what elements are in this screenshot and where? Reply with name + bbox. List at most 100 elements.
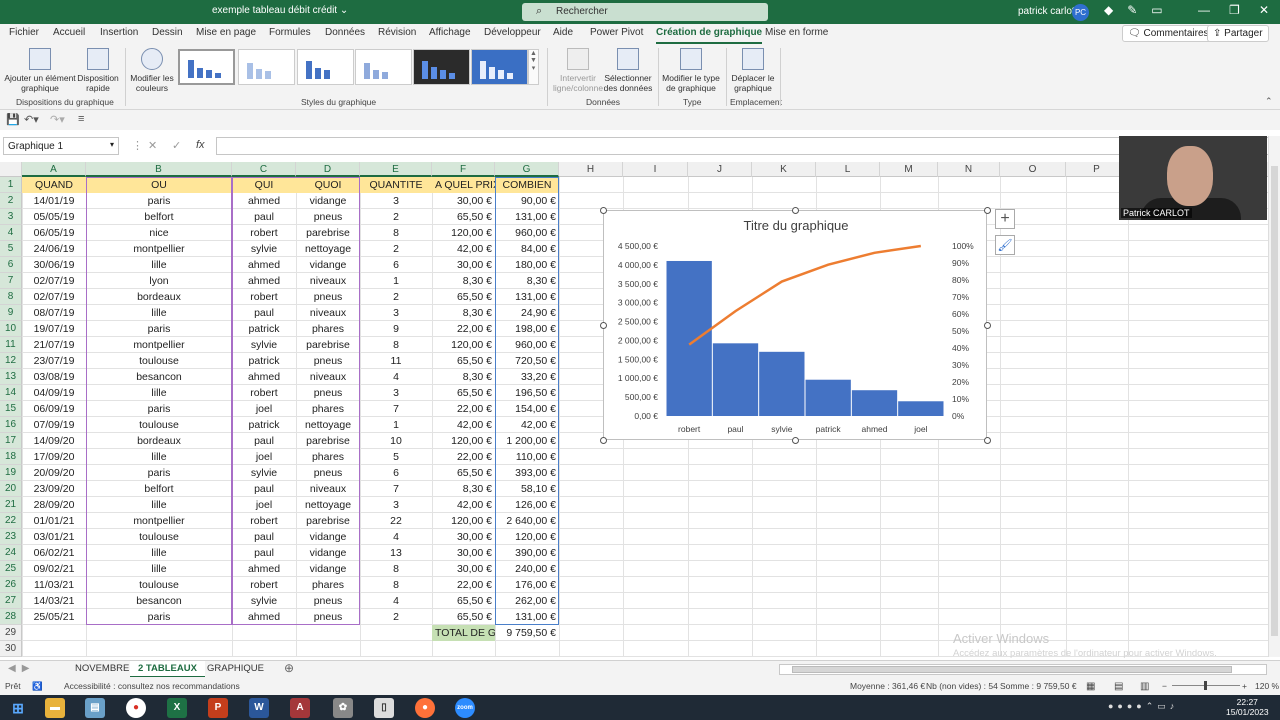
cell-quoi[interactable]: phares (296, 401, 360, 417)
cell-qui[interactable]: paul (232, 209, 296, 225)
resize-handle[interactable] (791, 206, 799, 214)
column-header-d[interactable]: D (296, 162, 360, 177)
row-header[interactable]: 14 (0, 385, 22, 401)
page-layout-icon[interactable]: ▤ (1114, 681, 1123, 692)
cell-quantite[interactable]: 8 (360, 577, 432, 593)
cell-combien[interactable]: 90,00 € (495, 193, 559, 209)
cell-prix[interactable]: 8,30 € (432, 305, 495, 321)
column-header-n[interactable]: N (938, 162, 1000, 177)
tab-dessin[interactable]: Dessin (152, 27, 183, 38)
chart-style-6[interactable] (471, 49, 528, 85)
cell-prix[interactable]: 8,30 € (432, 369, 495, 385)
cell-quoi[interactable]: pneus (296, 465, 360, 481)
tab-revision[interactable]: Révision (378, 27, 416, 38)
cell-quoi[interactable]: vidange (296, 561, 360, 577)
row-header[interactable]: 11 (0, 337, 22, 353)
cell-qui[interactable]: sylvie (232, 337, 296, 353)
cell-combien[interactable]: 42,00 € (495, 417, 559, 433)
column-header-c[interactable]: C (232, 162, 296, 177)
row-header[interactable]: 24 (0, 545, 22, 561)
cell-quantite[interactable]: 2 (360, 241, 432, 257)
cell-quand[interactable]: 19/07/19 (22, 321, 86, 337)
user-name[interactable]: patrick carlot (1018, 6, 1075, 17)
tab-aide[interactable]: Aide (553, 27, 573, 38)
change-colors-button[interactable]: Modifier les couleurs (129, 48, 175, 93)
column-header-o[interactable]: O (1000, 162, 1066, 177)
cell-quoi[interactable]: vidange (296, 529, 360, 545)
cell-quantite[interactable]: 9 (360, 321, 432, 337)
cell-quoi[interactable]: niveaux (296, 305, 360, 321)
cell-prix[interactable]: 30,00 € (432, 193, 495, 209)
scroll-thumb[interactable] (792, 666, 1232, 673)
clock[interactable]: 22:27 15/01/2023 (1226, 697, 1269, 717)
cell-qui[interactable]: joel (232, 401, 296, 417)
cell-quoi[interactable]: parebrise (296, 337, 360, 353)
cell-quantite[interactable]: 1 (360, 417, 432, 433)
sheet-tab-graphique[interactable]: GRAPHIQUE (199, 661, 272, 678)
column-header-f[interactable]: F (432, 162, 495, 177)
cell-quand[interactable]: 17/09/20 (22, 449, 86, 465)
cell-prix[interactable]: 65,50 € (432, 465, 495, 481)
row-header[interactable]: 18 (0, 449, 22, 465)
row-header[interactable]: 4 (0, 225, 22, 241)
cell-quantite[interactable]: 3 (360, 193, 432, 209)
cell-combien[interactable]: 131,00 € (495, 289, 559, 305)
cell-quand[interactable]: 21/07/19 (22, 337, 86, 353)
chart-style-3[interactable] (297, 49, 354, 85)
total-value[interactable]: 9 759,50 € (495, 625, 559, 641)
cell-quoi[interactable]: parebrise (296, 225, 360, 241)
cell-qui[interactable]: ahmed (232, 257, 296, 273)
cell-quantite[interactable]: 3 (360, 497, 432, 513)
cell-quantite[interactable]: 7 (360, 481, 432, 497)
tab-mise-en-page[interactable]: Mise en page (196, 27, 256, 38)
cell-quand[interactable]: 25/05/21 (22, 609, 86, 625)
cell-quand[interactable]: 23/07/19 (22, 353, 86, 369)
cell-quantite[interactable]: 2 (360, 209, 432, 225)
resize-handle[interactable] (599, 436, 607, 444)
close-button[interactable]: ✕ (1259, 3, 1269, 17)
cell-ou[interactable]: lille (86, 257, 232, 273)
cell-qui[interactable]: paul (232, 433, 296, 449)
windows-start-icon[interactable]: ⊞ (8, 698, 28, 718)
cell-prix[interactable]: 120,00 € (432, 513, 495, 529)
tab-accueil[interactable]: Accueil (53, 27, 85, 38)
cell-quantite[interactable]: 10 (360, 433, 432, 449)
titlebar-icons[interactable]: ◆✎▭ (1104, 3, 1177, 17)
add-sheet-icon[interactable]: ⊕ (284, 661, 294, 675)
cell-quoi[interactable]: parebrise (296, 433, 360, 449)
header-cell-combien[interactable]: COMBIEN (495, 177, 559, 193)
cell-qui[interactable]: patrick (232, 321, 296, 337)
row-header[interactable]: 25 (0, 561, 22, 577)
cell-qui[interactable]: sylvie (232, 593, 296, 609)
cell-prix[interactable]: 120,00 € (432, 225, 495, 241)
resize-handle[interactable] (983, 206, 991, 214)
system-tray[interactable]: ●●●●⌃▭♪ (1108, 701, 1178, 712)
normal-view-icon[interactable]: ▦ (1086, 681, 1095, 692)
cell-qui[interactable]: paul (232, 481, 296, 497)
chart-elements-button[interactable]: + (995, 209, 1015, 229)
cell-qui[interactable]: paul (232, 545, 296, 561)
cell-quantite[interactable]: 6 (360, 257, 432, 273)
cell-combien[interactable]: 131,00 € (495, 609, 559, 625)
zoom-level[interactable]: 120 % (1255, 681, 1279, 691)
row-header[interactable]: 16 (0, 417, 22, 433)
cell-qui[interactable]: ahmed (232, 609, 296, 625)
customize-qat-icon[interactable]: ≡ (78, 113, 84, 125)
tab-formules[interactable]: Formules (269, 27, 311, 38)
cell-quantite[interactable]: 3 (360, 305, 432, 321)
formula-input[interactable] (216, 137, 1270, 155)
cell-quantite[interactable]: 1 (360, 273, 432, 289)
cell-combien[interactable]: 110,00 € (495, 449, 559, 465)
select-data-button[interactable]: Sélectionner des données (603, 48, 653, 93)
cell-quantite[interactable]: 4 (360, 529, 432, 545)
status-accessibility[interactable]: Accessibilité : consultez nos recommanda… (64, 681, 240, 691)
column-header-k[interactable]: K (752, 162, 816, 177)
cell-combien[interactable]: 2 640,00 € (495, 513, 559, 529)
scroll-thumb[interactable] (1271, 166, 1278, 636)
cell-qui[interactable]: robert (232, 385, 296, 401)
add-chart-element-button[interactable]: Ajouter un élément graphique (4, 48, 76, 93)
cell-prix[interactable]: 42,00 € (432, 417, 495, 433)
cell-quand[interactable]: 14/03/21 (22, 593, 86, 609)
cell-quoi[interactable]: pneus (296, 385, 360, 401)
sheet-nav-arrows[interactable]: ◀▶ (8, 663, 35, 674)
